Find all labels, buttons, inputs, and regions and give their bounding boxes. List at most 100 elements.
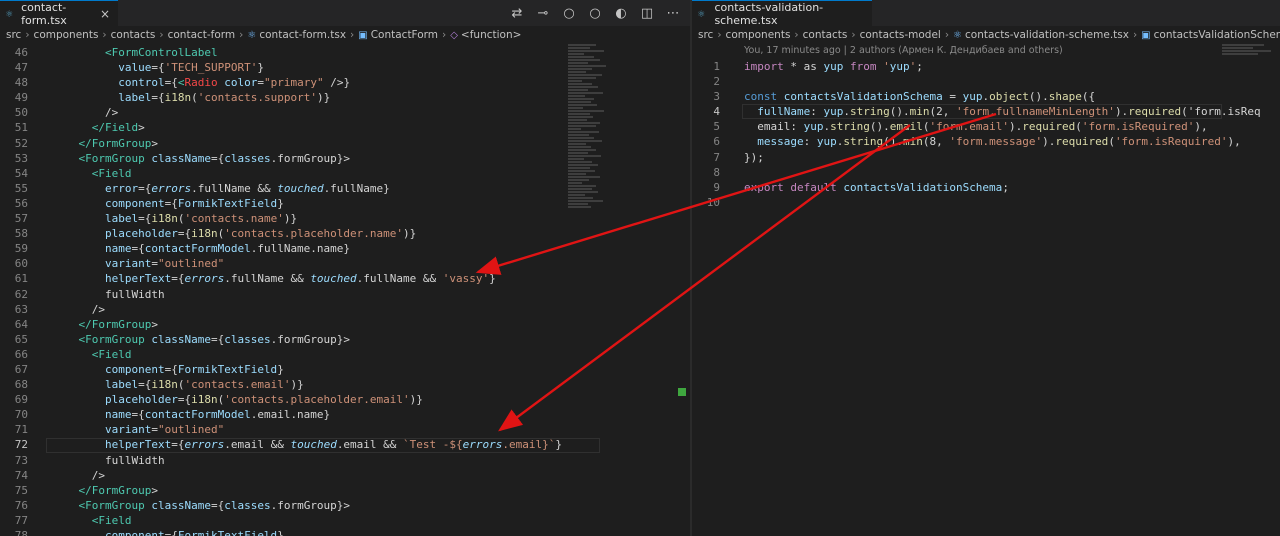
code-line[interactable]: 61 helperText={errors.fullName && touche… [0, 271, 690, 286]
code-line[interactable]: 8 [692, 165, 1280, 180]
code-line[interactable]: 66 <Field [0, 347, 690, 362]
minimap-line [568, 80, 582, 82]
minimap-line [568, 161, 593, 163]
code-line[interactable]: 77 <Field [0, 513, 690, 528]
code-line[interactable]: 74 /> [0, 468, 690, 483]
code-line[interactable]: 1 import * as yup from 'yup'; [692, 59, 1280, 74]
breadcrumb-item[interactable]: <function> [461, 29, 522, 41]
code-line[interactable]: 65 <FormGroup className={classes.formGro… [0, 332, 690, 347]
code-line[interactable]: 10 [692, 195, 1280, 210]
breadcrumb-item[interactable]: contacts-validation-scheme.tsx [965, 29, 1129, 41]
breadcrumb-item[interactable]: contacts-model [860, 29, 941, 41]
minimap-line [568, 107, 584, 109]
breadcrumb-item[interactable]: contactsValidationSchema [1154, 29, 1280, 41]
code-line[interactable]: 60 variant="outlined" [0, 256, 690, 271]
code-line[interactable]: 70 name={contactFormModel.email.name} [0, 407, 690, 422]
line-number: 2 [713, 75, 720, 89]
code-text: </FormGroup> [78, 317, 158, 331]
minimap[interactable] [1222, 44, 1274, 58]
go-prev-icon[interactable]: ○ [562, 6, 576, 21]
minimap-line [568, 65, 606, 67]
breadcrumb-item[interactable]: src [698, 29, 713, 41]
minimap-line [568, 89, 588, 91]
compare-icon[interactable]: ⇄ [510, 6, 524, 21]
minimap-line [568, 56, 594, 58]
minimap-line [568, 128, 582, 130]
git-blame-codelens[interactable]: You, 17 minutes ago | 2 authors (Армен К… [744, 45, 1063, 56]
code-editor[interactable]: 1 import * as yup from 'yup'; 2 3 const cont… [692, 59, 1280, 210]
minimap-line [568, 188, 592, 190]
line-number: 72 [14, 438, 28, 452]
minimap-line [568, 167, 590, 169]
line-number: 1 [713, 60, 720, 73]
code-line[interactable]: 67 component={FormikTextField} [0, 362, 690, 377]
minimap-line [568, 98, 595, 100]
breadcrumb-item[interactable]: components [726, 29, 791, 41]
split-editor-icon[interactable]: ◫ [640, 6, 654, 21]
breadcrumb-item[interactable]: ContactForm [371, 29, 438, 41]
code-line[interactable]: 3 const contactsValidationSchema = yup.ob… [692, 89, 1280, 104]
code-line[interactable]: 68 label={i18n('contacts.email')} [0, 377, 690, 392]
breadcrumb-item[interactable]: contacts [803, 29, 848, 41]
code-text: control={<Radio color="primary" />} [118, 76, 351, 90]
code-line[interactable]: 58 placeholder={i18n('contacts.placehold… [0, 226, 690, 241]
minimap-line [568, 71, 586, 73]
code-text: <Field [91, 166, 132, 180]
code-line[interactable]: 6 message: yup.string().min(8, 'form.mes… [692, 134, 1280, 149]
line-number: 10 [706, 195, 720, 209]
breadcrumb-item[interactable]: contacts [111, 29, 156, 41]
minimap-line [568, 50, 604, 52]
code-text: <FormGroup className={classes.formGroup}… [78, 332, 351, 346]
minimap-line [568, 59, 600, 61]
code-line[interactable]: 5 email: yup.string().email('form.email'… [692, 119, 1280, 134]
line-number: 8 [713, 165, 720, 179]
code-text: placeholder={i18n('contacts.placeholder.… [104, 227, 417, 241]
code-line[interactable]: 62 fullWidth [0, 287, 690, 302]
minimap[interactable] [568, 44, 608, 214]
minimap-line [568, 110, 604, 112]
breadcrumb-item[interactable]: contact-form.tsx [259, 29, 346, 41]
line-number: 4 [713, 105, 720, 119]
more-icon[interactable]: ⋯ [666, 6, 680, 21]
code-line[interactable]: 72 helperText={errors.email && touched.e… [0, 437, 690, 452]
change-marker [678, 388, 686, 396]
code-line[interactable]: 64 </FormGroup> [0, 317, 690, 332]
breadcrumb-item[interactable]: src [6, 29, 21, 41]
minimap-line [1222, 47, 1254, 49]
toggle-icon[interactable]: ◐ [614, 6, 628, 21]
code-line[interactable]: 78 component={FormikTextField} [0, 528, 690, 536]
minimap-line [568, 119, 587, 121]
line-number: 47 [14, 61, 28, 75]
line-number: 70 [14, 408, 28, 422]
minimap-line [568, 170, 595, 172]
code-line[interactable]: 59 name={contactFormModel.fullName.name} [0, 241, 690, 256]
code-line[interactable]: 9 export default contactsValidationSchema… [692, 180, 1280, 195]
go-back-icon[interactable]: ⊸ [536, 6, 550, 21]
code-line[interactable]: 2 [692, 74, 1280, 89]
tab-contact-form[interactable]: ⚛ contact-form.tsx × [0, 0, 118, 27]
code-line[interactable]: 7}); [692, 150, 1280, 165]
function-icon: ◇ [450, 29, 458, 41]
minimap-line [568, 152, 588, 154]
code-line[interactable]: 69 placeholder={i18n('contacts.placehold… [0, 392, 690, 407]
code-line[interactable]: 63 /> [0, 302, 690, 317]
code-line[interactable]: 75 </FormGroup> [0, 483, 690, 498]
code-line[interactable]: 71 variant="outlined" [0, 422, 690, 437]
line-number: 50 [14, 106, 28, 120]
line-number: 59 [14, 242, 28, 256]
code-line[interactable]: 4 fullName: yup.string().min(2, 'form.fu… [692, 104, 1280, 119]
go-next-icon[interactable]: ○ [588, 6, 602, 21]
breadcrumb-item[interactable]: contact-form [168, 29, 236, 41]
code-text: variant="outlined" [104, 423, 225, 437]
minimap-line [568, 74, 602, 76]
code-line[interactable]: 73 fullWidth [0, 453, 690, 468]
breadcrumb-item[interactable]: components [34, 29, 99, 41]
code-text: name={contactFormModel.email.name} [104, 408, 331, 422]
minimap-line [568, 68, 592, 70]
code-text: </FormGroup> [78, 136, 158, 150]
code-line[interactable]: 76 <FormGroup className={classes.formGro… [0, 498, 690, 513]
minimap-line [568, 206, 591, 208]
tab-contacts-validation-scheme[interactable]: ⚛ contacts-validation-scheme.tsx [692, 0, 872, 27]
minimap-line [568, 113, 590, 115]
close-icon[interactable]: × [100, 7, 110, 21]
